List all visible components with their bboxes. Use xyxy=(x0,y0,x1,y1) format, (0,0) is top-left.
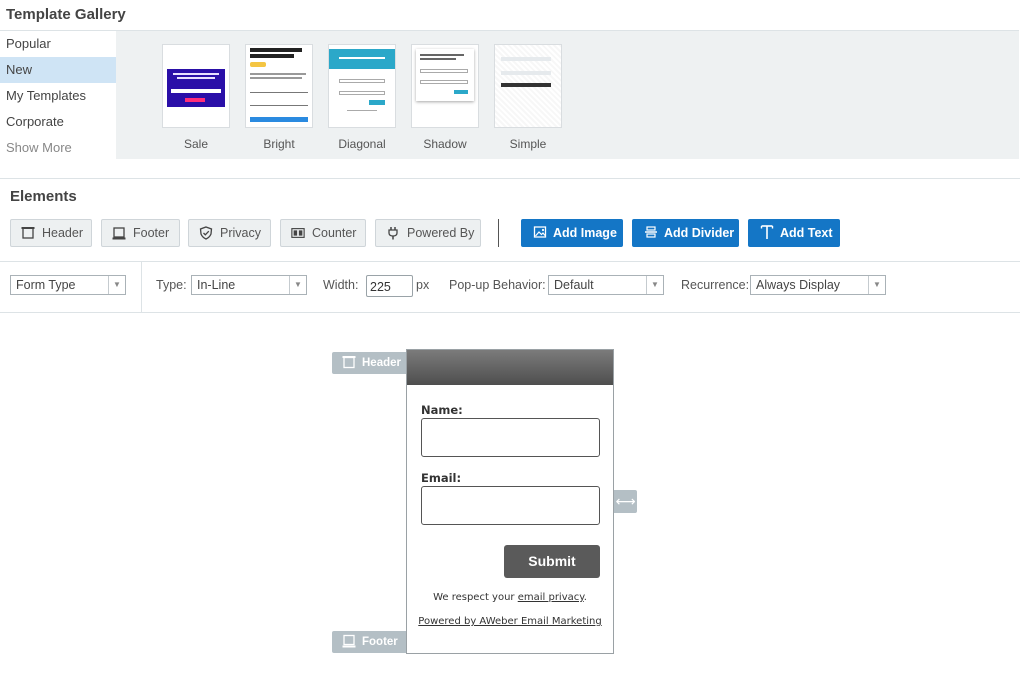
template-thumbnails: Sale Bright Diagonal Shadow Simple xyxy=(116,31,1019,159)
add-divider-button[interactable]: Add Divider xyxy=(632,219,739,247)
footer-element-button[interactable]: Footer xyxy=(101,219,180,247)
counter-element-label: Counter xyxy=(312,226,357,240)
powered-by-link[interactable]: Powered by AWeber Email Marketing xyxy=(407,616,613,627)
form-header[interactable] xyxy=(407,350,613,385)
name-label: Name: xyxy=(421,403,463,417)
image-icon xyxy=(533,225,547,242)
add-text-button[interactable]: Add Text xyxy=(748,219,840,247)
privacy-element-button[interactable]: Privacy xyxy=(188,219,271,247)
footer-element-label: Footer xyxy=(133,226,170,240)
type-value: In-Line xyxy=(197,278,236,292)
name-field[interactable] xyxy=(421,418,600,457)
elements-title: Elements xyxy=(10,188,77,205)
show-more-link[interactable]: Show More xyxy=(0,135,116,161)
form-type-value: Form Type xyxy=(16,278,76,292)
type-select[interactable]: In-Line ▼ xyxy=(191,275,307,295)
template-diagonal-thumbnail[interactable] xyxy=(328,44,396,128)
recurrence-select[interactable]: Always Display ▼ xyxy=(750,275,886,295)
type-label: Type: xyxy=(156,278,187,292)
submit-button[interactable]: Submit xyxy=(504,545,600,578)
add-divider-label: Add Divider xyxy=(664,226,735,240)
horizontal-resize-icon: ⟷ xyxy=(615,493,636,509)
popup-behavior-value: Default xyxy=(554,278,594,292)
template-diagonal-label: Diagonal xyxy=(338,137,386,151)
form-options-row: Form Type ▼ Type: In-Line ▼ Width: 225 p… xyxy=(0,261,1020,313)
template-sale-label: Sale xyxy=(183,137,209,151)
shield-icon xyxy=(199,226,213,240)
category-popular[interactable]: Popular xyxy=(0,31,116,57)
template-bright-thumbnail[interactable] xyxy=(245,44,313,128)
header-element-label: Header xyxy=(42,226,83,240)
template-diagonal[interactable]: Diagonal xyxy=(328,44,396,151)
counter-icon xyxy=(291,226,305,240)
template-simple-thumbnail[interactable] xyxy=(494,44,562,128)
footer-icon xyxy=(112,226,126,240)
email-label: Email: xyxy=(421,471,462,485)
template-gallery: Popular New My Templates Corporate Show … xyxy=(0,30,1019,159)
popup-behavior-select[interactable]: Default ▼ xyxy=(548,275,664,295)
category-corporate[interactable]: Corporate xyxy=(0,109,116,135)
footer-icon xyxy=(342,634,356,651)
add-text-label: Add Text xyxy=(780,226,833,240)
template-gallery-title: Template Gallery xyxy=(6,6,126,23)
text-icon xyxy=(760,224,774,243)
chevron-down-icon: ▼ xyxy=(868,276,885,294)
powered-by-element-label: Powered By xyxy=(407,226,475,240)
template-simple-label: Simple xyxy=(509,137,547,151)
header-side-tab[interactable]: Header xyxy=(332,352,406,374)
template-simple[interactable]: Simple xyxy=(494,44,562,151)
divider-icon xyxy=(644,225,658,242)
header-icon xyxy=(342,355,356,372)
template-shadow-thumbnail[interactable] xyxy=(411,44,479,128)
category-my-templates[interactable]: My Templates xyxy=(0,83,116,109)
email-privacy-link[interactable]: email privacy xyxy=(518,592,584,603)
powered-by-element-button[interactable]: Powered By xyxy=(375,219,481,247)
chevron-down-icon: ▼ xyxy=(646,276,663,294)
options-separator xyxy=(141,262,142,312)
plug-icon xyxy=(386,226,400,240)
add-image-button[interactable]: Add Image xyxy=(521,219,623,247)
privacy-element-label: Privacy xyxy=(220,226,261,240)
template-shadow-label: Shadow xyxy=(423,137,467,151)
toolbar-divider xyxy=(498,219,499,247)
privacy-prefix: We respect your xyxy=(433,592,518,603)
template-bright-label: Bright xyxy=(263,137,295,151)
template-bright[interactable]: Bright xyxy=(245,44,313,151)
header-element-button[interactable]: Header xyxy=(10,219,92,247)
form-type-select[interactable]: Form Type ▼ xyxy=(10,275,126,295)
resize-handle[interactable]: ⟷ xyxy=(614,490,637,513)
category-list: Popular New My Templates Corporate Show … xyxy=(0,31,116,159)
recurrence-value: Always Display xyxy=(756,278,841,292)
template-shadow[interactable]: Shadow xyxy=(411,44,479,151)
add-image-label: Add Image xyxy=(553,226,617,240)
counter-element-button[interactable]: Counter xyxy=(280,219,366,247)
privacy-suffix: . xyxy=(583,592,587,603)
elements-panel: Elements Header Footer Privacy Counter P… xyxy=(0,178,1020,313)
template-sale[interactable]: Sale xyxy=(162,44,230,151)
category-new[interactable]: New xyxy=(0,57,116,83)
signup-form-preview: Name: Email: Submit We respect your emai… xyxy=(406,349,614,654)
width-input[interactable]: 225 xyxy=(366,275,413,297)
chevron-down-icon: ▼ xyxy=(108,276,125,294)
privacy-statement: We respect your email privacy. xyxy=(407,592,613,603)
chevron-down-icon: ▼ xyxy=(289,276,306,294)
footer-side-tab-label: Footer xyxy=(362,636,398,648)
header-side-tab-label: Header xyxy=(362,357,401,369)
email-field[interactable] xyxy=(421,486,600,525)
width-label: Width: xyxy=(323,278,359,292)
template-sale-thumbnail[interactable] xyxy=(162,44,230,128)
footer-side-tab[interactable]: Footer xyxy=(332,631,406,653)
header-icon xyxy=(21,226,35,240)
recurrence-label: Recurrence: xyxy=(681,278,750,292)
popup-behavior-label: Pop-up Behavior: xyxy=(449,278,546,292)
width-unit: px xyxy=(416,278,430,292)
